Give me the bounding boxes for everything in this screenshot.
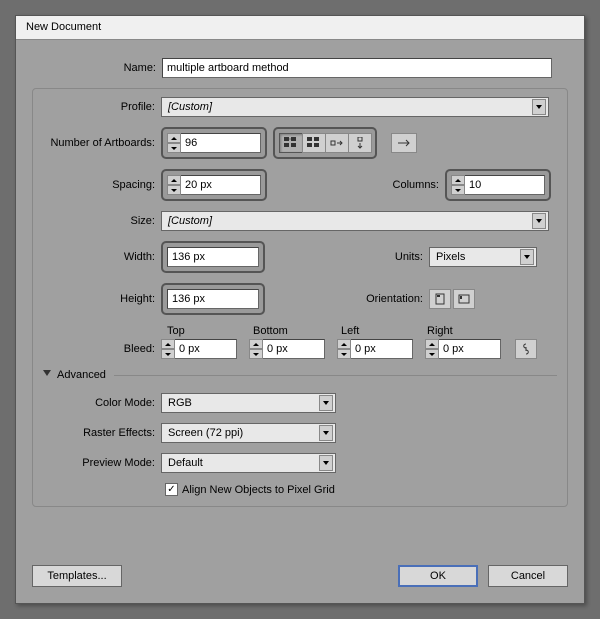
units-select[interactable]: Pixels	[429, 247, 537, 267]
spinner-up-icon[interactable]	[167, 133, 181, 143]
bleed-right-label: Right	[427, 325, 513, 337]
height-highlight	[161, 283, 265, 315]
orientation-landscape-icon[interactable]	[453, 289, 475, 309]
disclosure-triangle-icon	[43, 370, 51, 380]
name-label: Name:	[32, 62, 162, 74]
columns-input[interactable]	[465, 175, 545, 195]
height-label: Height:	[43, 293, 161, 305]
artboards-highlight	[161, 127, 267, 159]
preview-value: Default	[168, 457, 203, 469]
bleed-left-field	[337, 339, 413, 359]
spacing-input[interactable]	[181, 175, 261, 195]
spacing-label: Spacing:	[43, 179, 161, 191]
dialog-title-bar: New Document	[16, 16, 584, 40]
spinner-up-icon[interactable]	[167, 175, 181, 185]
bleed-bottom-input[interactable]	[263, 339, 325, 359]
color-mode-label: Color Mode:	[43, 397, 161, 409]
width-highlight	[161, 241, 265, 273]
dropdown-arrow-icon	[319, 425, 333, 441]
align-pixel-grid-checkbox[interactable]: ✓	[165, 483, 178, 496]
dropdown-arrow-icon	[532, 99, 546, 115]
spacing-highlight	[161, 169, 267, 201]
spacing-spinner[interactable]	[167, 175, 181, 195]
ok-button[interactable]: OK	[398, 565, 478, 587]
spinner-down-icon[interactable]	[167, 185, 181, 195]
spinner-up-icon[interactable]	[451, 175, 465, 185]
columns-label: Columns:	[267, 179, 445, 191]
bleed-top-field	[161, 339, 237, 359]
bleed-right-field	[425, 339, 501, 359]
arrange-direction-icon[interactable]	[391, 133, 417, 153]
templates-button[interactable]: Templates...	[32, 565, 122, 587]
bleed-label: Bleed:	[43, 343, 161, 355]
spinner-down-icon[interactable]	[167, 143, 181, 153]
bleed-link-icon[interactable]	[515, 339, 537, 359]
width-label: Width:	[43, 251, 161, 263]
arrange-highlight	[273, 127, 377, 159]
size-value: [Custom]	[168, 215, 212, 227]
orientation-portrait-icon[interactable]	[429, 289, 451, 309]
units-value: Pixels	[436, 251, 465, 263]
size-select[interactable]: [Custom]	[161, 211, 549, 231]
spinner-down-icon[interactable]	[451, 185, 465, 195]
arrange-grid-row-icon[interactable]	[279, 133, 303, 153]
bleed-bottom-field	[249, 339, 325, 359]
advanced-header[interactable]: Advanced	[43, 369, 557, 381]
new-document-dialog: New Document Name: Profile: [Custom] Num…	[15, 15, 585, 604]
dropdown-arrow-icon	[532, 213, 546, 229]
arrange-grid-col-icon[interactable]	[302, 133, 326, 153]
preview-label: Preview Mode:	[43, 457, 161, 469]
bleed-top-input[interactable]	[175, 339, 237, 359]
bleed-left-spinner[interactable]	[337, 339, 351, 359]
bleed-right-spinner[interactable]	[425, 339, 439, 359]
main-fieldset: Profile: [Custom] Number of Artboards:	[32, 88, 568, 507]
dropdown-arrow-icon	[319, 395, 333, 411]
dropdown-arrow-icon	[319, 455, 333, 471]
bleed-right-input[interactable]	[439, 339, 501, 359]
dialog-title: New Document	[26, 21, 101, 33]
size-label: Size:	[43, 215, 161, 227]
raster-value: Screen (72 ppi)	[168, 427, 243, 439]
raster-select[interactable]: Screen (72 ppi)	[161, 423, 336, 443]
color-mode-value: RGB	[168, 397, 192, 409]
bleed-left-input[interactable]	[351, 339, 413, 359]
profile-select[interactable]: [Custom]	[161, 97, 549, 117]
bleed-left-label: Left	[341, 325, 427, 337]
raster-label: Raster Effects:	[43, 427, 161, 439]
divider	[114, 375, 557, 376]
bleed-bottom-label: Bottom	[253, 325, 341, 337]
width-input[interactable]	[167, 247, 259, 267]
profile-label: Profile:	[43, 101, 161, 113]
bleed-bottom-spinner[interactable]	[249, 339, 263, 359]
color-mode-select[interactable]: RGB	[161, 393, 336, 413]
columns-highlight	[445, 169, 551, 201]
preview-select[interactable]: Default	[161, 453, 336, 473]
columns-spinner[interactable]	[451, 175, 465, 195]
units-label: Units:	[265, 251, 429, 263]
bleed-top-label: Top	[167, 325, 253, 337]
height-input[interactable]	[167, 289, 259, 309]
profile-value: [Custom]	[168, 101, 212, 113]
cancel-button[interactable]: Cancel	[488, 565, 568, 587]
bleed-top-spinner[interactable]	[161, 339, 175, 359]
advanced-label: Advanced	[57, 369, 106, 381]
artboards-spinner[interactable]	[167, 133, 181, 153]
dropdown-arrow-icon	[520, 249, 534, 265]
orientation-label: Orientation:	[265, 293, 429, 305]
artboards-label: Number of Artboards:	[43, 137, 161, 149]
arrange-row-icon[interactable]	[325, 133, 349, 153]
align-pixel-grid-label: Align New Objects to Pixel Grid	[182, 484, 335, 496]
arrange-col-icon[interactable]	[348, 133, 372, 153]
artboards-input[interactable]	[181, 133, 261, 153]
name-input[interactable]	[162, 58, 552, 78]
